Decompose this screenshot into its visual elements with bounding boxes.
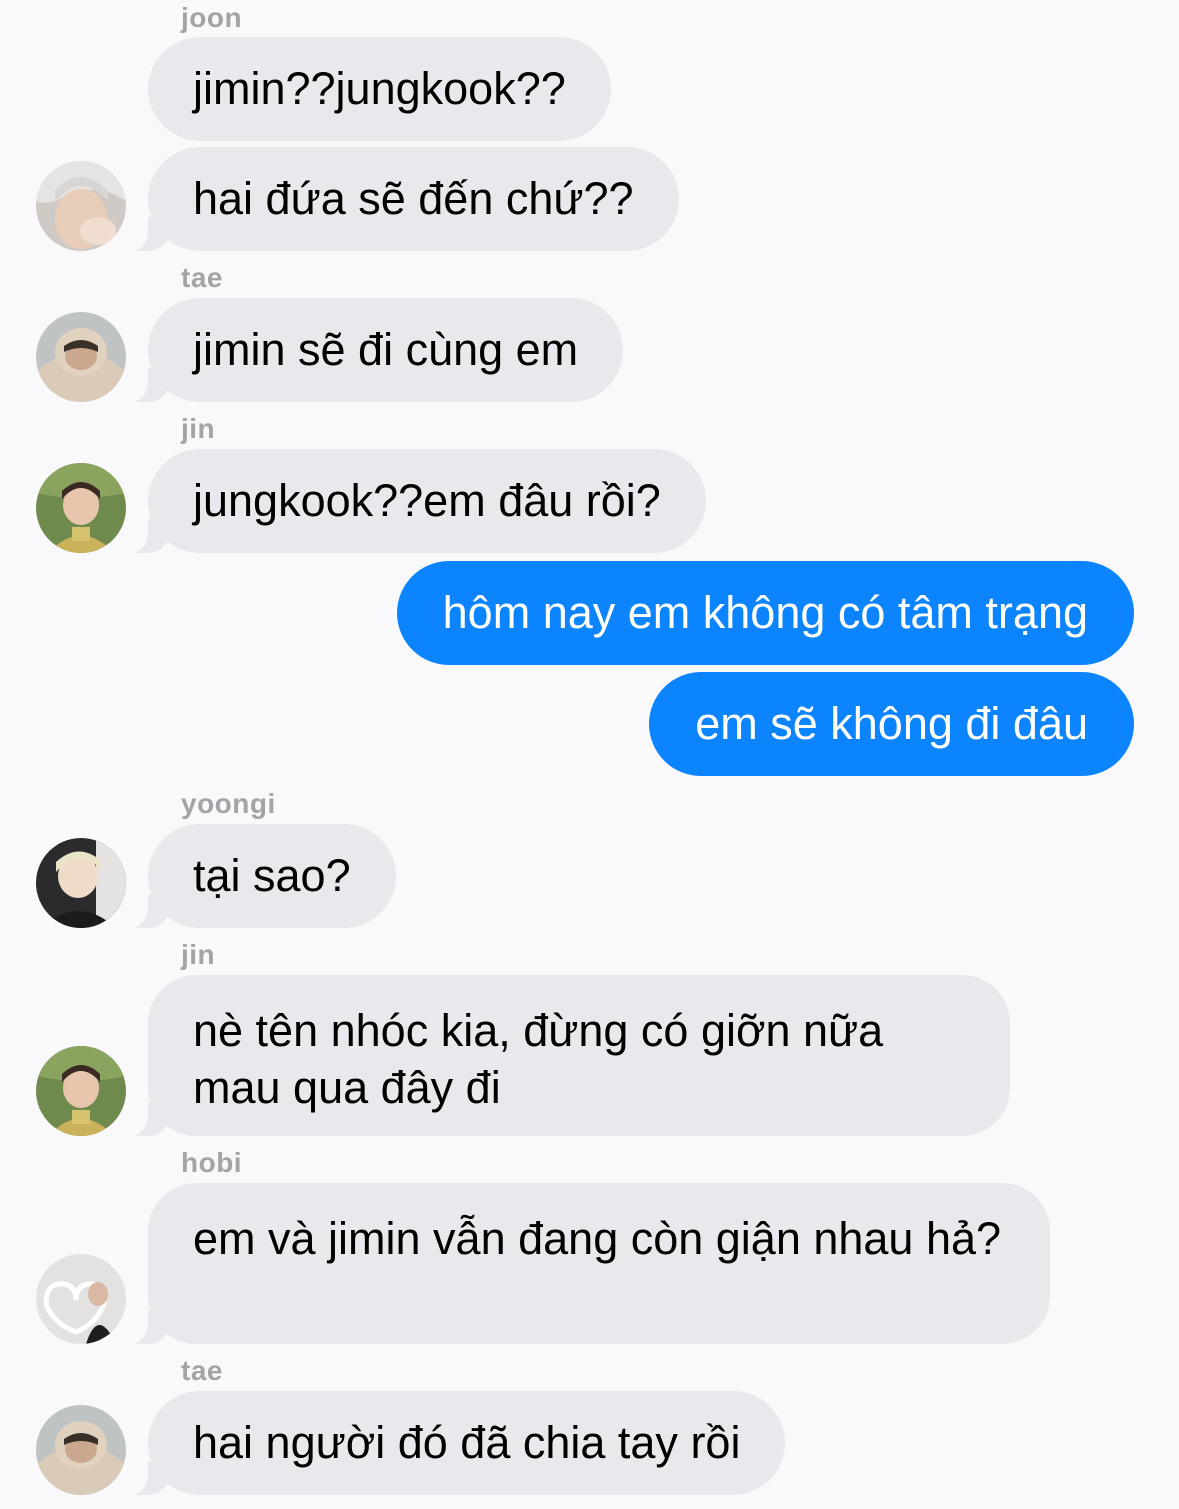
avatar-photo-tae [36,312,126,402]
avatar-photo-joon [36,161,126,251]
avatar-photo-jin [36,1046,126,1136]
message-bubble-incoming[interactable]: jimin sẽ đi cùng em [113,298,624,403]
avatar[interactable] [36,1046,126,1136]
message-bubble-outgoing[interactable]: em sẽ không đi đâu [649,672,1134,776]
message-bubble-incoming[interactable]: em và jimin vẫn đang còn giận nhau hả? [114,1183,1050,1345]
sender-name: hobi [181,1147,243,1178]
avatar[interactable] [36,463,126,553]
message-bubble-incoming[interactable]: hai đứa sẽ đến chứ?? [114,147,679,252]
avatar[interactable] [36,1405,126,1495]
avatar-photo-tae [36,1405,126,1495]
message-bubble-outgoing[interactable]: hôm nay em không có tâm trạng [396,561,1134,665]
avatar-photo-yoongi [36,838,126,928]
avatar[interactable] [36,1254,126,1344]
sender-name: joon [181,2,243,33]
message-bubble-incoming[interactable]: hai người đó đã chia tay rồi [113,1391,786,1496]
avatar-photo-jin [36,463,126,553]
avatar[interactable] [36,312,126,402]
avatar-photo-hobi [36,1254,126,1344]
sender-name: jin [181,413,216,444]
sender-name: jin [181,939,216,970]
avatar[interactable] [36,161,126,251]
message-bubble-incoming[interactable]: jungkook??em đâu rồi? [114,449,706,554]
message-bubble-incoming[interactable]: tại sao? [114,824,396,929]
sender-name: tae [181,262,223,293]
sender-name: yoongi [181,788,276,819]
message-bubble-incoming[interactable]: jimin??jungkook?? [148,37,611,141]
message-bubble-incoming[interactable]: nè tên nhóc kia, đừng có giỡn nữa mau qu… [114,975,1010,1137]
avatar[interactable] [36,838,126,928]
sender-name: tae [181,1355,223,1386]
chat-thread[interactable]: joon jimin??jungkook?? hai đứa sẽ đến ch… [0,0,1179,1509]
